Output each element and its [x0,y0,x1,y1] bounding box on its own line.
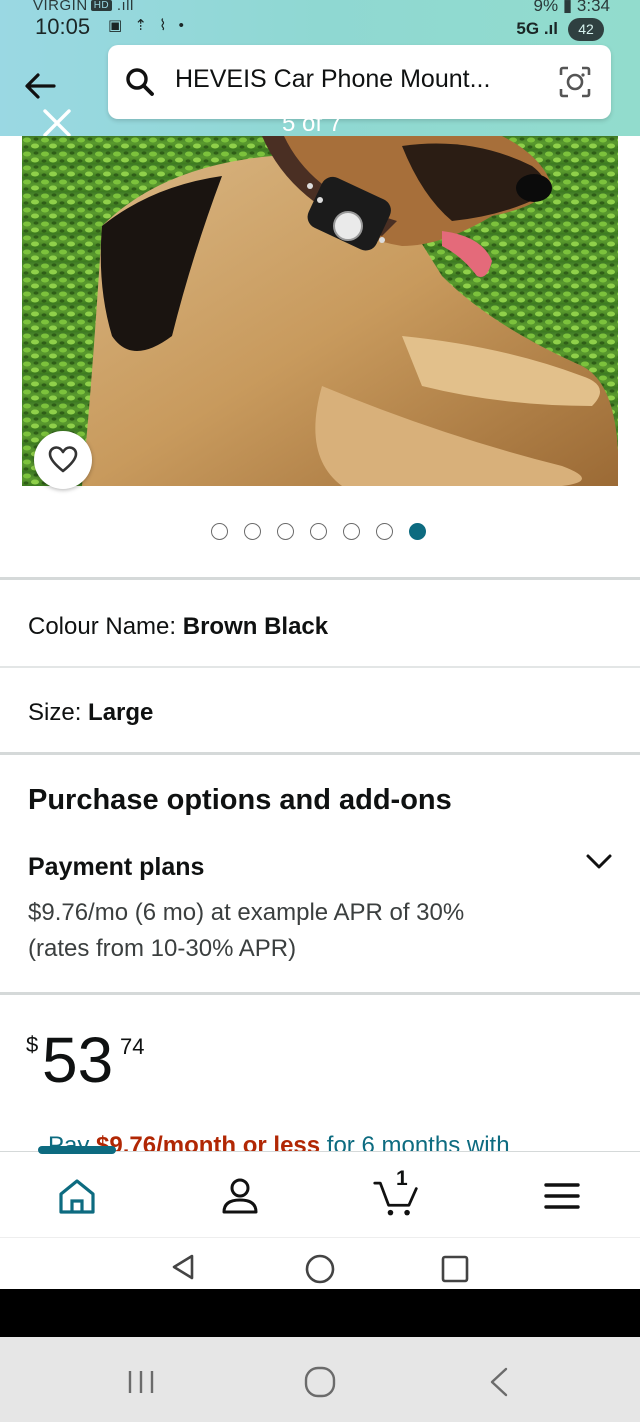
home-circle-icon[interactable] [303,1252,337,1286]
divider [0,752,640,755]
home-button-icon[interactable] [302,1365,338,1399]
pagination-dot[interactable] [211,523,228,540]
network-indicator: 5G .ıl [516,19,558,38]
pagination-dot[interactable] [277,523,294,540]
size-row[interactable]: Size: Large [28,699,153,727]
bottom-navigation [0,1146,640,1237]
search-bar[interactable]: HEVEIS Car Phone Mount... [108,45,611,119]
colour-value: Brown Black [182,613,329,640]
pagination-dot[interactable] [343,523,360,540]
pagination-dot[interactable] [244,523,261,540]
recent-apps-icon[interactable] [124,1367,158,1397]
close-icon[interactable] [40,106,74,140]
carrier-label: VIRGIN HD .ıll [33,0,134,14]
account-icon[interactable] [216,1172,264,1220]
status-time: 10:05 [35,14,91,39]
signal-bars-icon: .ıl [543,19,558,38]
back-triangle-icon[interactable] [168,1252,198,1282]
price-whole: 53 [42,1024,114,1096]
size-value: Large [88,699,154,726]
browser-navigation-bar [0,1237,640,1289]
colour-row[interactable]: Colour Name: Brown Black [28,613,328,641]
recents-square-icon[interactable] [440,1254,470,1284]
image-pagination [211,523,426,541]
payment-plans-title[interactable]: Payment plans [28,853,204,882]
search-icon [126,68,154,96]
divider [0,666,640,668]
divider [0,992,640,995]
product-image[interactable] [22,136,618,486]
pagination-dot-active[interactable] [409,523,426,540]
signal-icon: .ıll [116,0,134,14]
cart-count-badge: 1 [396,1167,408,1190]
home-icon[interactable] [53,1172,101,1220]
battery-icon: ▮ [562,0,573,15]
system-navigation-bar [0,1337,640,1422]
colour-label: Colour Name: [28,613,177,640]
search-header: HEVEIS Car Phone Mount... 5 of 7 [0,45,640,137]
price-fraction: 74 [120,1034,145,1059]
installment-offer-link[interactable]: Pay $9.76/month or less for 6 months wit… [48,1131,510,1151]
wishlist-button[interactable] [34,431,92,489]
notification-count-badge: 42 [568,18,604,41]
chevron-down-icon[interactable] [584,850,614,874]
camera-search-icon[interactable] [557,64,593,100]
back-chevron-icon[interactable] [484,1365,514,1399]
divider [0,577,640,580]
status-bar: VIRGIN HD .ıll 10:05 ▣ ⇡ ⌇ • 9% ▮ 3:34 5G… [0,0,640,48]
active-tab-indicator [38,1146,116,1154]
hd-badge: HD [90,0,113,11]
status-battery-clock: 9% ▮ 3:34 [534,0,611,16]
menu-icon[interactable] [538,1172,586,1220]
search-query-text[interactable]: HEVEIS Car Phone Mount... [175,65,490,94]
notification-icons: ▣ ⇡ ⌇ • [108,17,188,34]
back-arrow-icon[interactable] [20,66,60,106]
screen-bezel [0,1289,640,1337]
pagination-dot[interactable] [310,523,327,540]
dog-photo [22,136,618,486]
pagination-dot[interactable] [376,523,393,540]
heart-icon [48,446,78,473]
payment-plans-description: $9.76/mo (6 mo) at example APR of 30% (r… [28,899,465,962]
image-counter: 5 of 7 [282,112,343,136]
size-label: Size: [28,699,82,726]
purchase-options-title: Purchase options and add-ons [28,784,452,816]
price-currency: $ [26,1032,39,1057]
